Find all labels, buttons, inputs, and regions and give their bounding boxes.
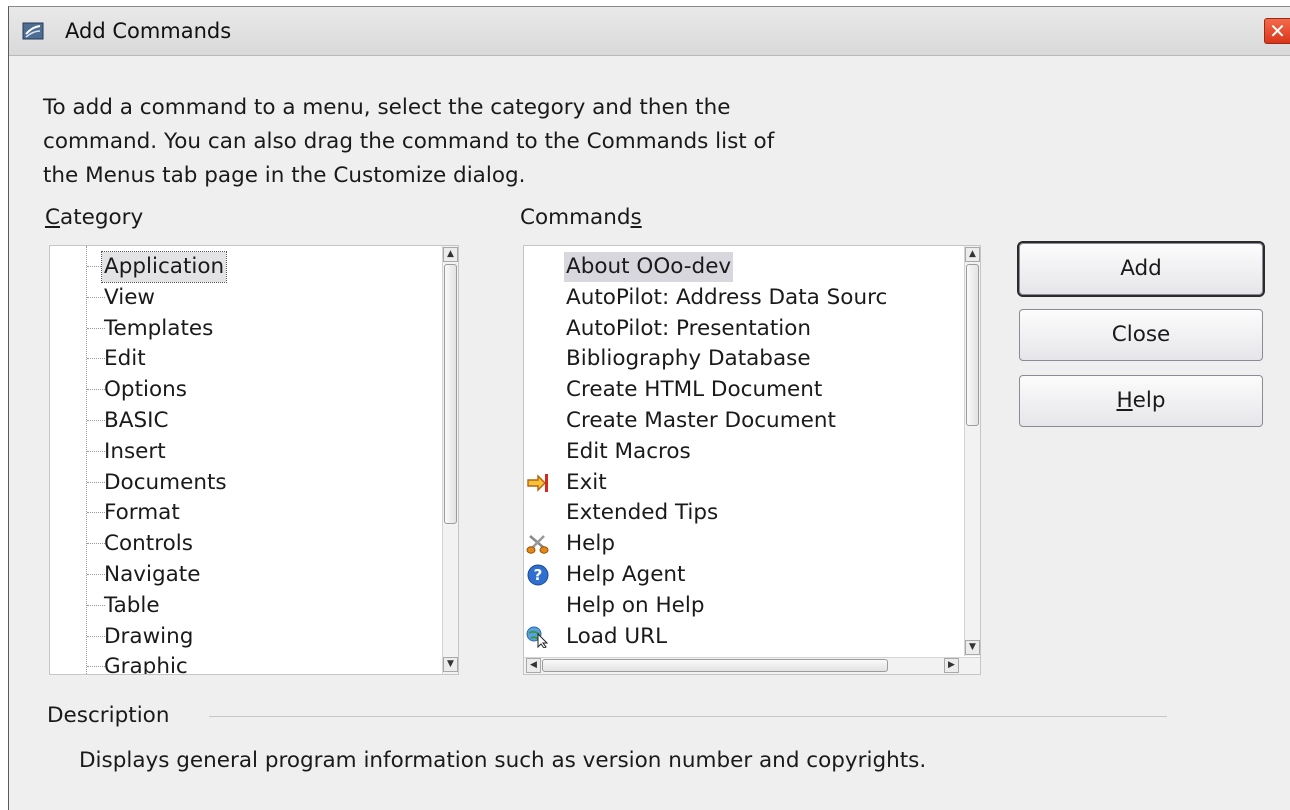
scroll-down-button[interactable]: ▼: [965, 640, 980, 655]
scroll-right-button[interactable]: ▶: [944, 658, 959, 673]
help-question-icon: ?: [526, 564, 550, 586]
category-item-label: Application: [100, 251, 228, 283]
category-item[interactable]: Table: [50, 591, 440, 621]
category-item-label: Table: [104, 592, 160, 618]
command-item[interactable]: Create Master Document: [524, 406, 962, 436]
category-item[interactable]: Options: [50, 375, 440, 405]
close-icon: ✕: [1269, 19, 1286, 43]
command-item-label: Create Master Document: [566, 408, 836, 433]
category-item-label: Graphic: [104, 654, 188, 675]
scroll-thumb[interactable]: [542, 659, 888, 672]
command-item[interactable]: Create HTML Document: [524, 375, 962, 405]
close-button[interactable]: Close: [1019, 309, 1263, 361]
app-icon: [22, 22, 44, 40]
category-label: Category: [45, 205, 144, 230]
category-item[interactable]: BASIC: [50, 406, 440, 436]
command-item[interactable]: Extended Tips: [524, 498, 962, 528]
scroll-thumb[interactable]: [966, 264, 979, 426]
title-bar[interactable]: Add Commands ✕: [9, 7, 1290, 56]
category-item[interactable]: Controls: [50, 529, 440, 559]
command-item[interactable]: AutoPilot: Presentation: [524, 314, 962, 344]
category-item[interactable]: Templates: [50, 314, 440, 344]
scroll-up-button[interactable]: ▲: [965, 247, 980, 262]
category-item[interactable]: Application: [50, 251, 440, 283]
category-item-label: Templates: [104, 315, 214, 341]
scroll-up-button[interactable]: ▲: [443, 247, 458, 262]
command-item[interactable]: Help: [524, 529, 962, 559]
category-item-label: Controls: [104, 531, 193, 557]
command-item[interactable]: Help on Help: [524, 591, 962, 621]
help-button[interactable]: Help: [1019, 375, 1263, 427]
command-item[interactable]: Bibliography Database: [524, 344, 962, 374]
command-item-label: Help: [566, 531, 616, 557]
command-item-label: Extended Tips: [566, 500, 719, 526]
command-item-label: About OOo-dev: [564, 252, 734, 282]
commands-list[interactable]: About OOo-dev AutoPilot: Address Data Sou…: [523, 245, 981, 675]
commands-vertical-scrollbar[interactable]: ▲ ▼: [964, 246, 980, 656]
commands-horizontal-scrollbar[interactable]: ◀ ▶: [524, 657, 980, 674]
instructions-line: the Menus tab page in the Customize dial…: [43, 163, 526, 188]
command-item[interactable]: Edit Macros: [524, 437, 962, 467]
description-separator: [209, 716, 1167, 717]
svg-text:?: ?: [534, 566, 543, 584]
load-url-icon: [526, 626, 550, 649]
command-item-label: Edit Macros: [566, 438, 691, 464]
scroll-down-button[interactable]: ▼: [443, 657, 458, 672]
instructions-line: To add a command to a menu, select the c…: [43, 95, 731, 120]
category-vertical-scrollbar[interactable]: ▲ ▼: [442, 246, 458, 674]
command-item-label: Help Agent: [566, 562, 686, 587]
command-item-label: Create HTML Document: [566, 377, 823, 403]
command-item[interactable]: ? Help Agent: [524, 560, 962, 590]
instructions-text: To add a command to a menu, select the c…: [43, 91, 923, 193]
category-item-label: Format: [104, 500, 180, 526]
command-item-label: Exit: [566, 469, 607, 495]
category-item[interactable]: Insert: [50, 437, 440, 467]
category-item-label: Options: [104, 377, 187, 403]
close-window-button[interactable]: ✕: [1264, 18, 1290, 44]
exit-arrow-icon: [526, 472, 550, 494]
category-item-label: Edit: [104, 346, 146, 372]
command-item[interactable]: AutoPilot: Address Data Sourc: [524, 283, 962, 313]
category-item[interactable]: Drawing: [50, 622, 440, 652]
command-item-label: Help on Help: [566, 592, 705, 618]
commands-label: Commands: [520, 205, 642, 230]
category-item-label: Insert: [104, 438, 166, 464]
description-label: Description: [47, 703, 170, 728]
category-item[interactable]: Graphic: [50, 652, 440, 675]
instructions-line: command. You can also drag the command t…: [43, 129, 775, 154]
category-item[interactable]: Edit: [50, 344, 440, 374]
command-item-label: Load URL: [566, 623, 668, 649]
command-item-label: AutoPilot: Presentation: [566, 315, 812, 341]
add-commands-dialog: Add Commands ✕ To add a command to a men…: [8, 6, 1290, 810]
add-button[interactable]: Add: [1017, 241, 1265, 297]
category-item-label: View: [104, 284, 156, 310]
window-title: Add Commands: [65, 19, 232, 43]
category-item[interactable]: Documents: [50, 468, 440, 498]
scroll-left-button[interactable]: ◀: [526, 658, 541, 673]
category-item-label: Navigate: [104, 562, 201, 587]
category-item-label: BASIC: [104, 408, 169, 433]
category-item-label: Drawing: [104, 623, 194, 649]
description-text: Displays general program information suc…: [79, 748, 927, 773]
command-item-label: AutoPilot: Address Data Sourc: [566, 284, 888, 310]
category-item-label: Documents: [104, 469, 227, 495]
category-item[interactable]: View: [50, 283, 440, 313]
command-item[interactable]: Load URL: [524, 622, 962, 652]
command-item[interactable]: About OOo-dev: [524, 252, 962, 282]
command-item-label: Bibliography Database: [566, 346, 811, 372]
scissors-icon: [526, 533, 550, 555]
command-item[interactable]: Exit: [524, 468, 962, 498]
category-list[interactable]: Application View Templates Edit Options BASIC…: [49, 245, 459, 675]
scroll-thumb[interactable]: [444, 264, 457, 524]
category-item[interactable]: Navigate: [50, 560, 440, 590]
category-item[interactable]: Format: [50, 498, 440, 528]
